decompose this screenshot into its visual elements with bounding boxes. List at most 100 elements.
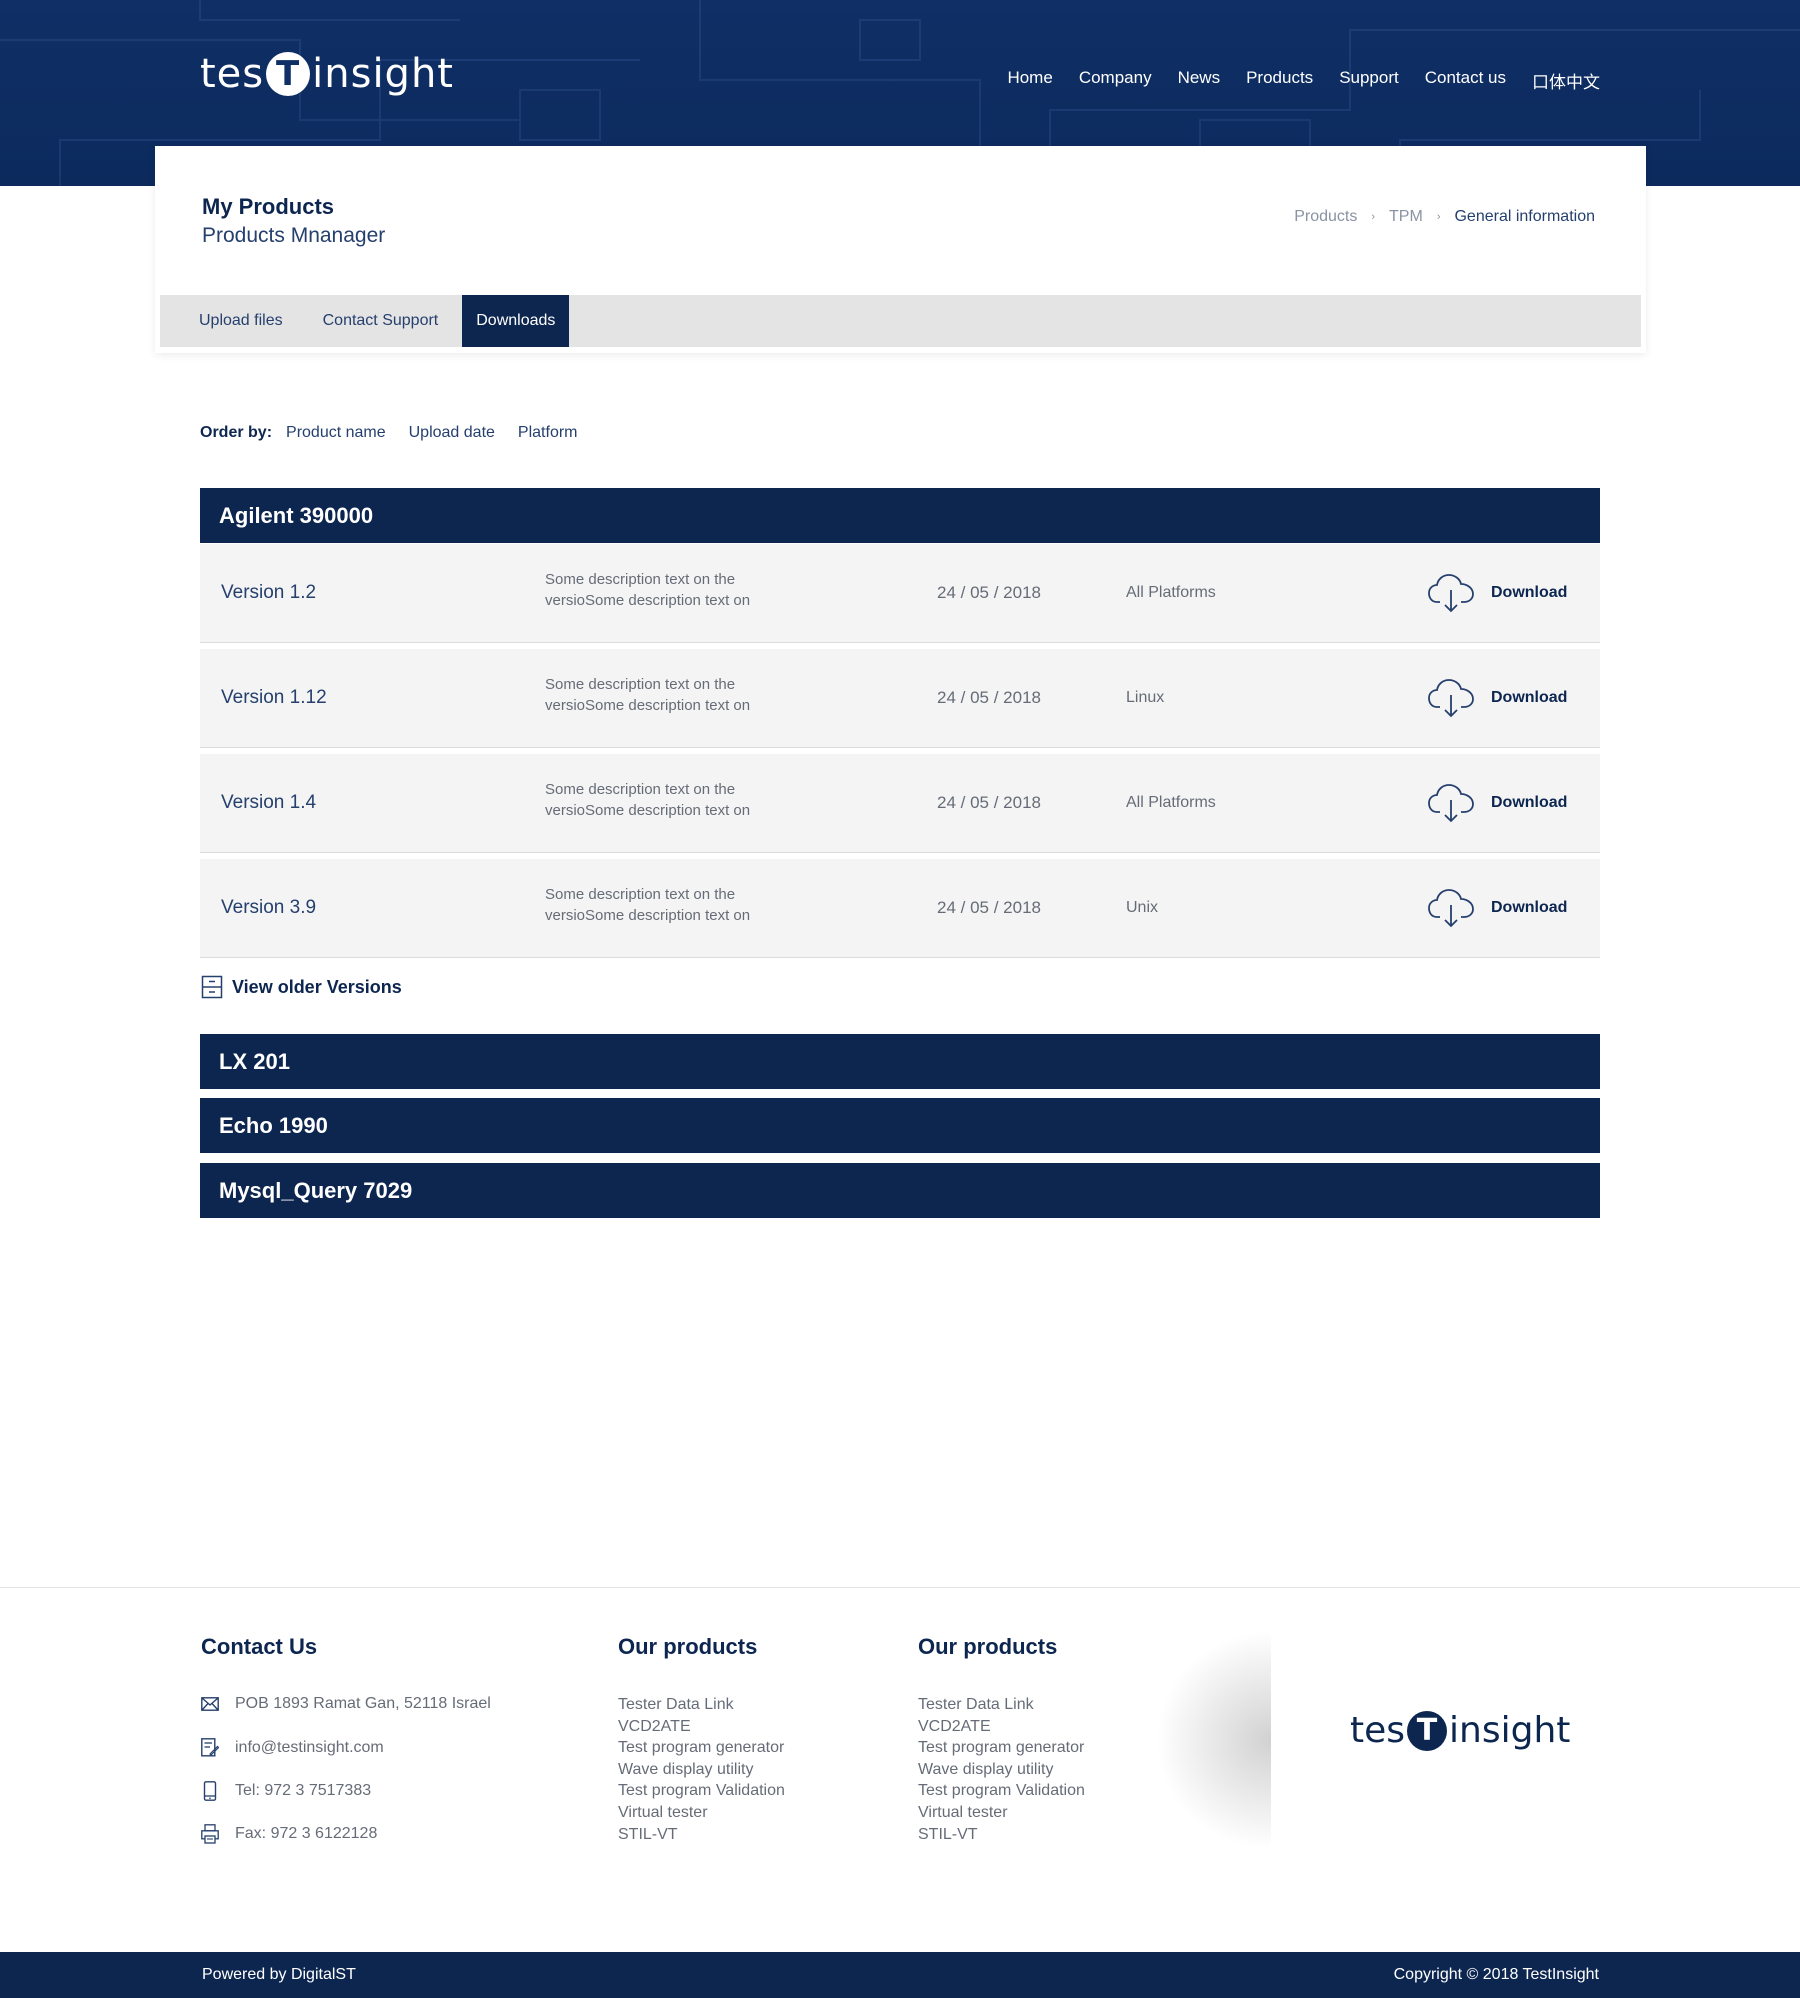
breadcrumb: Products › TPM › General information [1294, 208, 1595, 226]
footer-logo-badge: T [1407, 1710, 1448, 1751]
tab-upload-files[interactable]: Upload files [160, 295, 309, 347]
footer-product-link[interactable]: Test program generator [918, 1737, 1085, 1759]
page-title: My Products [202, 194, 335, 219]
download-button[interactable]: Download [1427, 572, 1567, 614]
contact-email-text: info@testinsight.com [235, 1739, 384, 1756]
nav-home[interactable]: Home [1007, 68, 1052, 93]
product-header-echo1990[interactable]: Echo 1990 [200, 1098, 1600, 1153]
nav-products[interactable]: Products [1246, 68, 1313, 93]
page-header-card: My Products Products Mnanager Products ›… [155, 146, 1646, 353]
contact-address-text: POB 1893 Ramat Gan, 52118 Israel [235, 1695, 491, 1712]
footer-product-link[interactable]: Test program Validation [618, 1780, 785, 1802]
cloud-download-icon [1428, 679, 1474, 718]
footer-product-link[interactable]: STIL-VT [618, 1824, 785, 1846]
breadcrumb-current: General information [1454, 208, 1595, 225]
version-platform: Linux [1126, 689, 1165, 706]
powered-by[interactable]: Powered by DigitalST [202, 1966, 356, 1984]
view-older-versions-label: View older Versions [232, 976, 402, 997]
footer-product-link[interactable]: Wave display utility [618, 1759, 785, 1781]
version-label: Version 1.12 [221, 687, 327, 708]
order-by-upload-date[interactable]: Upload date [409, 424, 495, 442]
breadcrumb-products[interactable]: Products [1294, 208, 1357, 226]
footer-products-title: Our products [918, 1634, 1058, 1659]
tab-downloads[interactable]: Downloads [462, 295, 570, 347]
cloud-download-icon [1428, 784, 1474, 823]
version-description: Some description text on the versioSome … [545, 676, 751, 714]
tab-contact-support[interactable]: Contact Support [309, 295, 453, 347]
product-header-lx201[interactable]: LX 201 [200, 1034, 1600, 1089]
version-description: Some description text on the versioSome … [545, 781, 751, 819]
footer-products-list: Tester Data Link VCD2ATE Test program ge… [618, 1694, 785, 1845]
page-subtitle: Products Mnanager [202, 224, 386, 247]
nav-news[interactable]: News [1178, 68, 1221, 93]
breadcrumb-separator: › [1371, 211, 1376, 223]
contact-fax: Fax: 972 3 6122128 [201, 1824, 377, 1844]
order-by-product-name[interactable]: Product name [286, 424, 386, 442]
footer-product-link[interactable]: Test program Validation [918, 1780, 1085, 1802]
nav-language[interactable]: 口体中文 [1532, 68, 1600, 93]
version-date: 24 / 05 / 2018 [937, 898, 1041, 917]
tab-bar: Upload files Contact Support Downloads [160, 295, 1641, 347]
version-row: Version 3.9 Some description text on the… [200, 859, 1600, 958]
version-row: Version 1.12 Some description text on th… [200, 649, 1600, 748]
footer-products-title: Our products [618, 1634, 758, 1659]
footer-shadow-divider [1155, 1630, 1271, 1850]
cloud-download-icon [1428, 574, 1474, 613]
footer-divider [0, 1587, 1800, 1588]
footer-product-link[interactable]: Test program generator [618, 1737, 785, 1759]
view-older-versions-link[interactable]: View older Versions [201, 975, 402, 999]
contact-address: POB 1893 Ramat Gan, 52118 Israel [201, 1695, 491, 1713]
footer-product-link[interactable]: Wave display utility [918, 1759, 1085, 1781]
download-button[interactable]: Download [1427, 887, 1567, 929]
version-date: 24 / 05 / 2018 [937, 688, 1041, 707]
footer-product-link[interactable]: STIL-VT [918, 1824, 1085, 1846]
fax-icon [201, 1824, 219, 1844]
footer-logo-text-right: insight [1449, 1710, 1571, 1751]
footer-product-link[interactable]: VCD2ATE [618, 1716, 785, 1738]
order-by-bar: Order by: Product name Upload date Platf… [200, 424, 601, 442]
product-header-mysql-query[interactable]: Mysql_Query 7029 [200, 1163, 1600, 1218]
footer-product-link[interactable]: Virtual tester [918, 1802, 1085, 1824]
logo-text-right: insight [312, 51, 454, 97]
contact-phone-text: Tel: 972 3 7517383 [235, 1782, 372, 1799]
download-button[interactable]: Download [1427, 782, 1567, 824]
order-by-label: Order by: [200, 424, 273, 441]
order-by-platform[interactable]: Platform [518, 424, 578, 442]
archive-icon [201, 975, 223, 999]
version-row: Version 1.2 Some description text on the… [200, 544, 1600, 643]
footer-logo[interactable]: tes T insight [1350, 1710, 1570, 1751]
version-date: 24 / 05 / 2018 [937, 793, 1041, 812]
footer-contact-title: Contact Us [201, 1634, 318, 1659]
version-row: Version 1.4 Some description text on the… [200, 754, 1600, 853]
download-button[interactable]: Download [1427, 677, 1567, 719]
cloud-download-icon [1428, 889, 1474, 928]
version-description: Some description text on the versioSome … [545, 886, 751, 924]
main-nav: Home Company News Products Support Conta… [981, 68, 1600, 93]
footer-product-link[interactable]: VCD2ATE [918, 1716, 1085, 1738]
contact-phone: Tel: 972 3 7517383 [201, 1781, 371, 1801]
product-header-agilent[interactable]: Agilent 390000 [200, 488, 1600, 543]
download-label: Download [1491, 899, 1568, 916]
phone-icon [203, 1781, 217, 1801]
nav-contact[interactable]: Contact us [1425, 68, 1506, 93]
footer-product-link[interactable]: Tester Data Link [618, 1694, 785, 1716]
edit-mail-icon [201, 1738, 219, 1757]
version-label: Version 3.9 [221, 897, 317, 918]
logo-text-left: tes [200, 51, 265, 97]
breadcrumb-tpm[interactable]: TPM [1389, 208, 1423, 226]
nav-support[interactable]: Support [1339, 68, 1399, 93]
nav-company[interactable]: Company [1079, 68, 1152, 93]
logo[interactable]: tes T insight [200, 46, 454, 102]
contact-fax-text: Fax: 972 3 6122128 [235, 1825, 378, 1842]
footer-product-link[interactable]: Tester Data Link [918, 1694, 1085, 1716]
version-platform: All Platforms [1126, 584, 1216, 601]
download-label: Download [1491, 689, 1568, 706]
version-date: 24 / 05 / 2018 [937, 583, 1041, 602]
envelope-icon [201, 1697, 219, 1711]
copyright: Copyright © 2018 TestInsight [1393, 1966, 1599, 1983]
download-label: Download [1491, 584, 1568, 601]
bottom-bar: Powered by DigitalST Copyright © 2018 Te… [0, 1952, 1800, 1998]
contact-email[interactable]: info@testinsight.com [201, 1738, 384, 1758]
footer-product-link[interactable]: Virtual tester [618, 1802, 785, 1824]
logo-badge: T [266, 52, 311, 96]
